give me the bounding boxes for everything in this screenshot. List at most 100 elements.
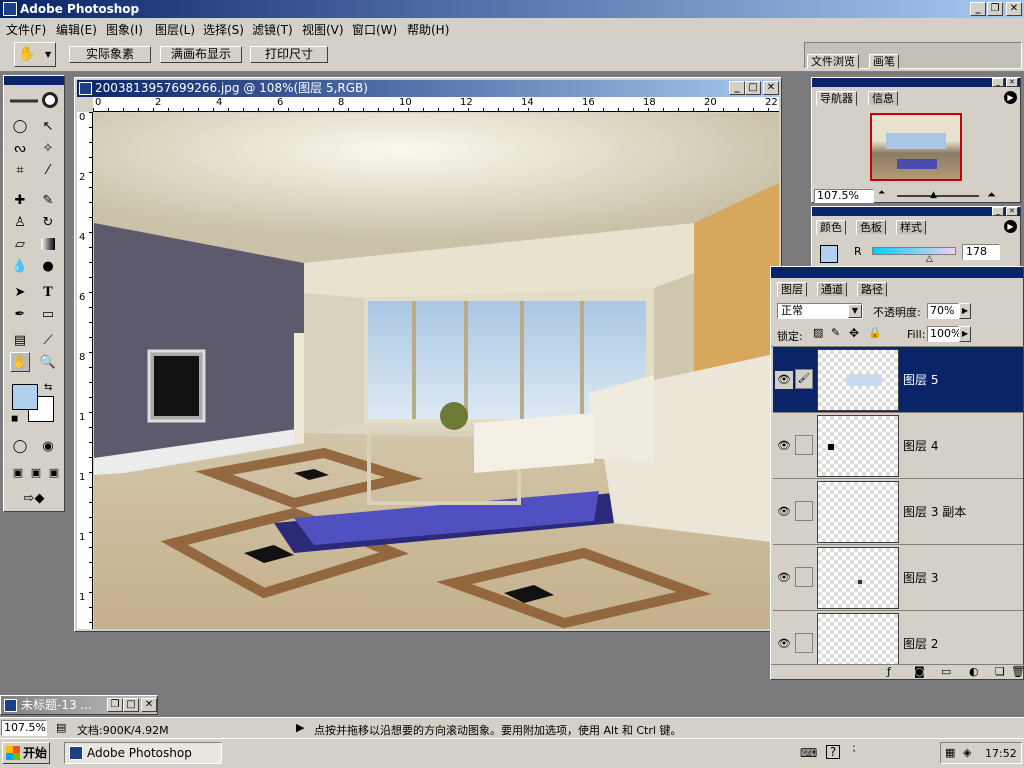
path-select-icon[interactable]: ➤ [10, 282, 30, 302]
network-icon[interactable]: ▦ [945, 746, 955, 759]
tab-brushes[interactable]: 画笔 [869, 54, 899, 69]
link-cell[interactable] [795, 501, 813, 521]
layer-row[interactable]: 👁 图层 3 副本 [773, 479, 1023, 545]
visibility-eye-icon[interactable]: 👁 [775, 635, 793, 653]
tab-styles[interactable]: 样式 [896, 220, 926, 235]
layer-row[interactable]: 👁 图层 2 [773, 611, 1023, 664]
print-size-button[interactable]: 打印尺寸 [250, 46, 328, 63]
color-fg-swatch[interactable] [820, 245, 838, 263]
pen-tool-icon[interactable]: ✒ [10, 304, 30, 324]
restore-icon[interactable]: ❐ [107, 698, 123, 712]
dodge-tool-icon[interactable]: ● [38, 256, 58, 276]
tab-color[interactable]: 颜色 [816, 220, 846, 235]
menu-select[interactable]: 选择(S) [203, 21, 244, 38]
blur-tool-icon[interactable]: 💧 [10, 256, 30, 276]
layer-mask-icon[interactable]: ◙ [914, 665, 925, 678]
fill-field[interactable]: 100% [927, 326, 961, 342]
doc-close-icon[interactable]: ✕ [763, 81, 779, 95]
type-tool-icon[interactable]: T [38, 282, 58, 302]
jump-to-imageready-icon[interactable]: ⇨◆ [12, 488, 56, 508]
menu-help[interactable]: 帮助(H) [407, 21, 449, 38]
menu-layer[interactable]: 图层(L) [155, 21, 195, 38]
help-icon[interactable]: ? [826, 745, 840, 759]
foreground-color-swatch[interactable] [12, 384, 38, 410]
start-button[interactable]: 开始 [2, 742, 50, 764]
minimize-icon[interactable]: _ [970, 2, 986, 16]
brush-tool-icon[interactable]: ✎ [38, 190, 58, 210]
crop-tool-icon[interactable]: ⌗ [10, 160, 30, 180]
lock-all-icon[interactable]: 🔒 [868, 326, 882, 339]
slice-tool-icon[interactable]: ⁄ [38, 160, 58, 180]
doc-info-icon[interactable]: ▤ [56, 721, 66, 734]
tab-channels[interactable]: 通道 [817, 282, 847, 297]
menu-window[interactable]: 窗口(W) [352, 21, 397, 38]
keyboard-icon[interactable]: ⌨ [800, 746, 817, 760]
brush-link-icon[interactable]: 🖌 [795, 369, 813, 389]
new-set-icon[interactable]: ▭ [941, 665, 951, 678]
restore-icon[interactable]: ❐ [987, 2, 1003, 16]
layer-style-icon[interactable]: ƒ [887, 665, 891, 678]
menu-view[interactable]: 视图(V) [302, 21, 344, 38]
tab-info[interactable]: 信息 [868, 91, 898, 106]
layer-row[interactable]: 👁 图层 4 [773, 413, 1023, 479]
slider-thumb[interactable]: △ [926, 254, 933, 264]
lock-image-icon[interactable]: ✎ [831, 326, 840, 339]
new-layer-icon[interactable]: ❑ [995, 665, 1005, 678]
color-close-icon[interactable]: ✕ [1006, 207, 1018, 216]
layer-row[interactable]: 👁 图层 3 [773, 545, 1023, 611]
visibility-eye-icon[interactable]: 👁 [775, 437, 793, 455]
magic-wand-icon[interactable]: ✧ [38, 138, 58, 158]
menu-file[interactable]: 文件(F) [6, 21, 46, 38]
opacity-arrow-icon[interactable]: ▶ [959, 303, 971, 319]
status-zoom-field[interactable]: 107.5% [1, 720, 47, 736]
maximize-icon[interactable]: □ [123, 698, 139, 712]
swap-colors-icon[interactable]: ⇆ [44, 382, 52, 393]
chevron-down-icon[interactable]: ▼ [848, 304, 862, 318]
clone-stamp-icon[interactable]: ♙ [10, 212, 30, 232]
hand-tool-icon[interactable]: ✋ [10, 352, 30, 372]
tab-navigator[interactable]: 导航器 [816, 91, 857, 106]
navigator-minimize-icon[interactable]: _ [992, 78, 1004, 87]
zoom-in-icon[interactable]: ⏶ [987, 188, 996, 202]
navigator-thumbnail[interactable] [870, 113, 962, 181]
close-icon[interactable]: ✕ [1006, 2, 1022, 16]
eraser-tool-icon[interactable]: ▱ [10, 234, 30, 254]
marquee-tool-icon[interactable]: ◯ [10, 116, 30, 136]
shape-tool-icon[interactable]: ▭ [38, 304, 58, 324]
lock-position-icon[interactable]: ✥ [849, 326, 859, 340]
taskbar-app-photoshop[interactable]: Adobe Photoshop [64, 742, 222, 764]
link-cell[interactable] [795, 633, 813, 653]
navigator-zoom-slider[interactable] [897, 195, 979, 197]
tab-paths[interactable]: 路径 [857, 282, 887, 297]
navigator-zoom-field[interactable]: 107.5% [814, 189, 874, 203]
screen-mode-full-menu-icon[interactable]: ▣ [26, 462, 46, 482]
channel-r-slider[interactable] [872, 247, 956, 255]
link-cell[interactable] [795, 567, 813, 587]
security-shield-icon[interactable]: ◈ [963, 746, 971, 759]
slider-thumb[interactable]: ▲ [930, 190, 937, 200]
fit-on-screen-button[interactable]: 满画布显示 [160, 46, 242, 63]
standard-mode-icon[interactable]: ◯ [10, 436, 30, 456]
doc-minimize-icon[interactable]: _ [729, 81, 745, 95]
link-cell[interactable] [795, 435, 813, 455]
default-colors-icon[interactable]: ◼ [11, 414, 18, 424]
panel-menu-icon[interactable]: ▶ [1004, 220, 1017, 233]
actual-pixels-button[interactable]: 实际象素 [69, 46, 151, 63]
channel-r-value[interactable]: 178 [962, 244, 1000, 260]
menu-filter[interactable]: 滤镜(T) [252, 21, 293, 38]
quick-mask-icon[interactable]: ◉ [38, 436, 58, 456]
visibility-eye-icon[interactable]: 👁 [775, 371, 793, 389]
lock-transparency-icon[interactable]: ▨ [813, 326, 823, 339]
close-icon[interactable]: ✕ [141, 698, 157, 712]
lasso-tool-icon[interactable]: ᔓ [10, 138, 30, 158]
panel-menu-icon[interactable]: ▶ [1004, 91, 1017, 104]
screen-mode-full-icon[interactable]: ▣ [44, 462, 64, 482]
opacity-field[interactable]: 70% [927, 303, 959, 319]
healing-brush-icon[interactable]: ✚ [10, 190, 30, 210]
zoom-out-icon[interactable]: ⏶ [878, 188, 885, 198]
adjustment-layer-icon[interactable]: ◐ [969, 665, 979, 678]
visibility-eye-icon[interactable]: 👁 [775, 569, 793, 587]
menu-edit[interactable]: 编辑(E) [56, 21, 97, 38]
tab-file-browser[interactable]: 文件浏览 [807, 54, 859, 69]
move-tool-icon[interactable]: ↖ [38, 116, 58, 136]
